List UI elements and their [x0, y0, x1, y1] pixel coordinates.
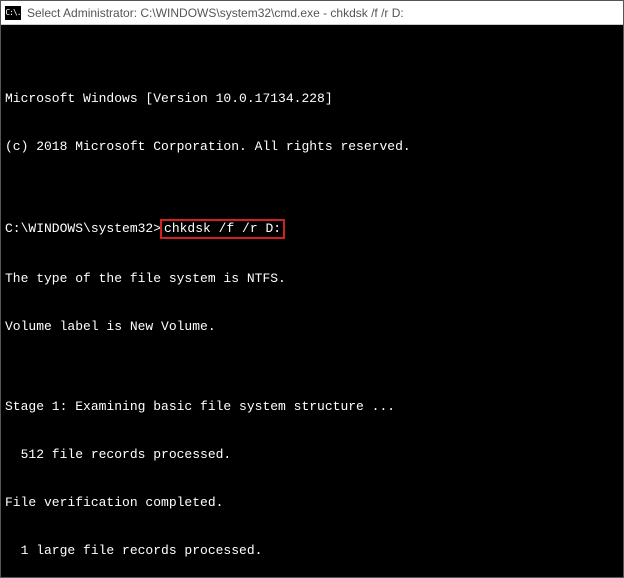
window-title: Select Administrator: C:\WINDOWS\system3…: [27, 6, 404, 20]
output-line: The type of the file system is NTFS.: [5, 271, 619, 287]
cmd-icon: C:\.: [5, 6, 21, 20]
terminal-output[interactable]: Microsoft Windows [Version 10.0.17134.22…: [1, 25, 623, 577]
output-line: Stage 1: Examining basic file system str…: [5, 399, 619, 415]
titlebar[interactable]: C:\. Select Administrator: C:\WINDOWS\sy…: [1, 1, 623, 25]
command-highlight: chkdsk /f /r D:: [160, 219, 285, 239]
output-line: 1 large file records processed.: [5, 543, 619, 559]
command-prompt-window: C:\. Select Administrator: C:\WINDOWS\sy…: [0, 0, 624, 578]
prompt-text: C:\WINDOWS\system32>: [5, 221, 161, 237]
output-line: 512 file records processed.: [5, 447, 619, 463]
output-line: Microsoft Windows [Version 10.0.17134.22…: [5, 91, 619, 107]
output-line: Volume label is New Volume.: [5, 319, 619, 335]
output-line: (c) 2018 Microsoft Corporation. All righ…: [5, 139, 619, 155]
output-line: File verification completed.: [5, 495, 619, 511]
prompt-line: C:\WINDOWS\system32>chkdsk /f /r D:: [5, 219, 619, 239]
